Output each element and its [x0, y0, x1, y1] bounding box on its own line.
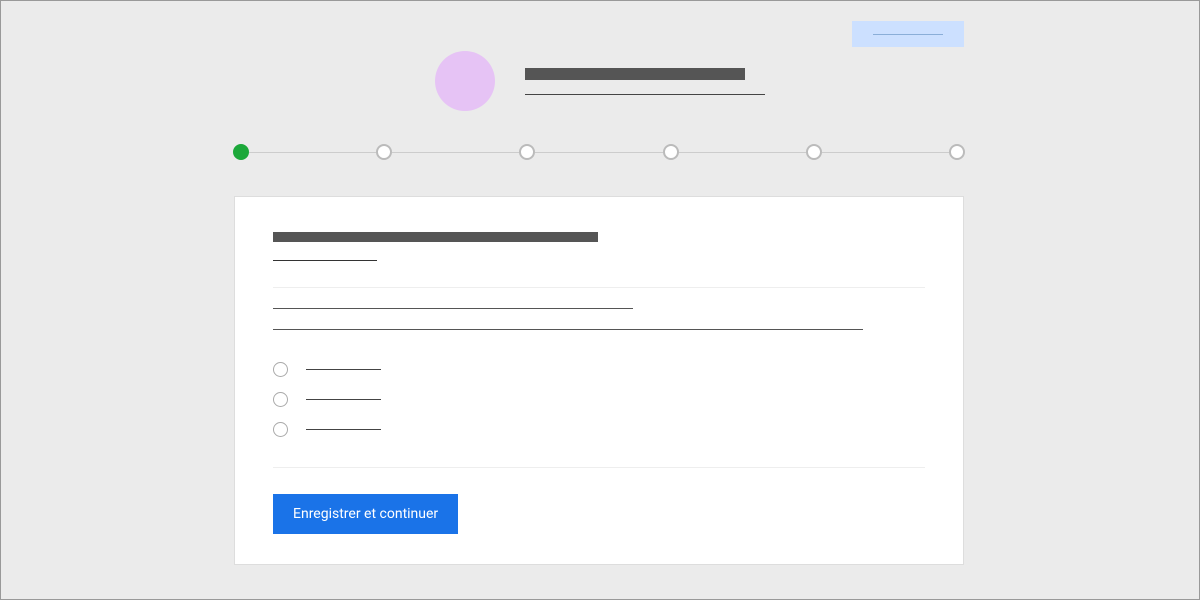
- step-2[interactable]: [376, 144, 392, 160]
- page-title: [525, 68, 745, 80]
- step-connector: [392, 152, 519, 153]
- step-connector: [822, 152, 949, 153]
- divider: [273, 467, 925, 468]
- radio-option-1[interactable]: [273, 362, 925, 377]
- info-badge: [852, 21, 964, 47]
- step-connector: [535, 152, 662, 153]
- step-connector: [249, 152, 376, 153]
- radio-label: [306, 369, 381, 370]
- avatar: [435, 51, 495, 111]
- form-card: Enregistrer et continuer: [234, 196, 964, 565]
- form-section-title: [273, 232, 598, 242]
- radio-icon: [273, 392, 288, 407]
- page-header: [1, 51, 1199, 111]
- radio-group: [273, 362, 925, 437]
- radio-icon: [273, 362, 288, 377]
- radio-option-3[interactable]: [273, 422, 925, 437]
- step-connector: [679, 152, 806, 153]
- step-4[interactable]: [663, 144, 679, 160]
- form-header: [273, 232, 925, 261]
- progress-stepper: [233, 144, 965, 160]
- radio-label: [306, 399, 381, 400]
- radio-icon: [273, 422, 288, 437]
- radio-label: [306, 429, 381, 430]
- header-text: [525, 68, 765, 95]
- divider: [273, 287, 925, 288]
- step-6[interactable]: [949, 144, 965, 160]
- info-badge-text: [873, 34, 943, 35]
- step-3[interactable]: [519, 144, 535, 160]
- page-subtitle: [525, 94, 765, 95]
- form-description-line-1: [273, 308, 633, 309]
- form-section-subtitle: [273, 260, 377, 261]
- save-and-continue-button[interactable]: Enregistrer et continuer: [273, 494, 458, 534]
- step-5[interactable]: [806, 144, 822, 160]
- form-description-line-2: [273, 329, 863, 330]
- radio-option-2[interactable]: [273, 392, 925, 407]
- step-1[interactable]: [233, 144, 249, 160]
